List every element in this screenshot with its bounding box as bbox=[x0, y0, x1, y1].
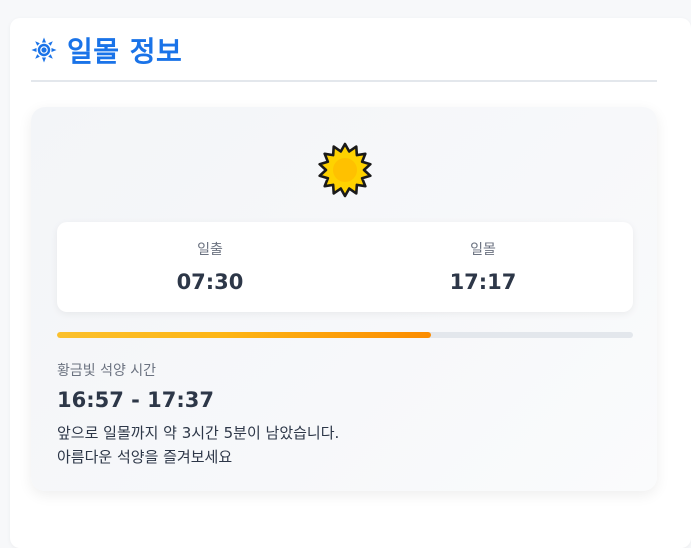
sun-icon bbox=[318, 142, 372, 198]
header-divider bbox=[31, 80, 657, 82]
page-header: 일몰 정보 bbox=[31, 32, 182, 68]
enjoy-sunset-message: 아름다운 석양을 즐겨보세요 bbox=[57, 448, 233, 466]
sunset-label: 일몰 bbox=[470, 242, 496, 258]
golden-hour-label: 황금빛 석양 시간 bbox=[57, 363, 157, 379]
sunrise-time: 07:30 bbox=[176, 270, 244, 294]
sunset-card: 일출 07:30 일몰 17:17 황금빛 석양 시간 16:57 - 17:3… bbox=[31, 107, 657, 491]
sunset-block: 일몰 17:17 bbox=[383, 222, 583, 294]
sunrise-block: 일출 07:30 bbox=[110, 222, 310, 294]
sun-times-box: 일출 07:30 일몰 17:17 bbox=[57, 222, 633, 312]
day-progress-bar bbox=[57, 332, 633, 338]
sunset-time: 17:17 bbox=[449, 270, 517, 294]
day-progress-fill bbox=[57, 332, 432, 338]
remaining-time-message: 앞으로 일몰까지 약 3시간 5분이 남았습니다. bbox=[57, 424, 340, 442]
sunrise-label: 일출 bbox=[197, 242, 223, 258]
sun-icon bbox=[31, 37, 57, 63]
page-title: 일몰 정보 bbox=[67, 35, 183, 68]
golden-hour-range: 16:57 - 17:37 bbox=[57, 388, 215, 412]
